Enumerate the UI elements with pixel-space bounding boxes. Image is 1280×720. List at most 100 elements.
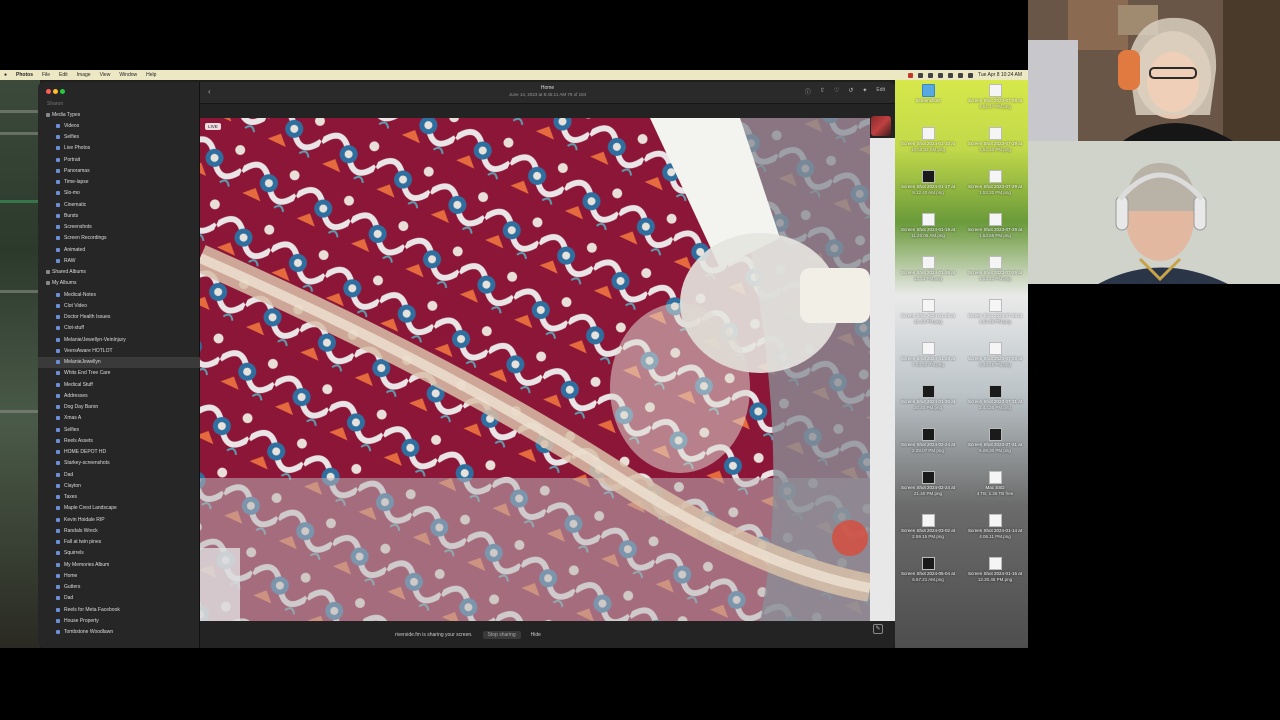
sidebar-group-header[interactable]: Media Types [38, 109, 200, 120]
sidebar-item[interactable]: Randals Wreck [38, 525, 200, 536]
markup-icon[interactable]: ✎ [873, 624, 883, 634]
sidebar-item[interactable]: Fall at twin pines [38, 537, 200, 548]
info-icon[interactable]: ⓘ [805, 87, 811, 96]
sidebar-group-header[interactable]: My Albums [38, 278, 200, 289]
edit-button[interactable]: Edit [876, 87, 885, 96]
sidebar-item[interactable]: Clot Video [38, 300, 200, 311]
desktop-file[interactable]: Screen Shot 2024-01-10 at 10.50.33 AM.png [895, 127, 961, 152]
share-icon[interactable]: ⇧ [820, 87, 825, 96]
desktop-file[interactable]: Screen Shot 2023-07-29 at 1.53.20 PM.png [962, 170, 1028, 195]
sidebar-item[interactable]: Portrait [38, 154, 200, 165]
sidebar-item[interactable]: Time-lapse [38, 177, 200, 188]
sidebar-item[interactable]: My Memories Album [38, 559, 200, 570]
filmstrip-thumbnail[interactable] [871, 116, 891, 136]
sidebar-item[interactable]: Reels for Meta Facebook [38, 604, 200, 615]
heart-icon[interactable]: ♡ [834, 87, 839, 96]
desktop-file[interactable]: Screen Shot 2024-01-14 at 4.06.11 PM.png [962, 514, 1028, 539]
menu-file[interactable]: File [42, 72, 50, 78]
menu-help[interactable]: Help [146, 72, 156, 78]
search-icon[interactable] [957, 72, 963, 78]
enhance-icon[interactable]: ✦ [862, 87, 867, 96]
sidebar-item[interactable]: Videos [38, 120, 200, 131]
close-window-button[interactable] [46, 89, 51, 94]
desktop-file[interactable]: Screen Shot 2023-07-31 at 6.09.30 PM.png [962, 428, 1028, 453]
menu-window[interactable]: Window [119, 72, 137, 78]
stop-sharing-button[interactable]: Stop sharing [482, 631, 521, 639]
zoom-window-button[interactable] [60, 89, 65, 94]
desktop-file[interactable]: Mac SSD 4 TB, 1.25 TB free [962, 471, 1028, 496]
menu-app-photos[interactable]: Photos [16, 72, 33, 78]
desktop-file[interactable]: Screen Shot 2024-02-24 at 21.40 PM.png [895, 471, 961, 496]
rotate-icon[interactable]: ↺ [848, 87, 853, 96]
sidebar-item[interactable]: Starkey-screenshots [38, 458, 200, 469]
desktop-file[interactable]: Screen Shot 2024-03-02 at 2.59.15 PM.png [895, 514, 961, 539]
desktop-file[interactable]: Screen Shot 2023-07-29 at 1.54.39 PM.png [962, 299, 1028, 324]
desktop-file[interactable]: Screen Shot 2024-01-30 at 20.40 PM.png [895, 385, 961, 410]
minimize-window-button[interactable] [53, 89, 58, 94]
sidebar-item[interactable]: RAW [38, 255, 200, 266]
desktop-file[interactable]: Screen Shot 2024-01-26 at 12.43 PM.png [895, 299, 961, 324]
sidebar-item[interactable]: Kevin Hoidale RIP [38, 514, 200, 525]
sidebar-item[interactable]: MelanieJewellyn [38, 356, 200, 368]
sidebar-item[interactable]: Taxes [38, 492, 200, 503]
sidebar-item[interactable]: Cinematic [38, 199, 200, 210]
sidebar-item[interactable]: Tombstone Woodlawn [38, 627, 200, 638]
sidebar-item[interactable]: Medical-Notes [38, 289, 200, 300]
live-photo-badge[interactable]: LIVE [205, 123, 221, 130]
hide-button[interactable]: Hide [531, 632, 541, 638]
sidebar-item[interactable]: Gutters [38, 582, 200, 593]
desktop-file[interactable]: Screen Shot 2024-01-19 at 11.20.05 AM.png [895, 213, 961, 238]
sidebar-item[interactable]: House Property [38, 615, 200, 626]
sidebar-item[interactable]: Live Photos [38, 143, 200, 154]
desktop-file[interactable]: Screen Shot 2024-02-24 at 2.28.07 PM.png [895, 428, 961, 453]
desktop-file[interactable]: Screen Shot 2023-07-29 at 1.52.10 PM.png [962, 127, 1028, 152]
sidebar-item[interactable]: Clot-stuff [38, 323, 200, 334]
sidebar-item[interactable]: Reels Assets [38, 435, 200, 446]
photo-viewer[interactable]: LIVE [200, 118, 870, 621]
sidebar-item[interactable]: Medical Stuff [38, 379, 200, 390]
sidebar-item[interactable]: Melanie/Jewellyn-VeinInjury [38, 334, 200, 345]
sidebar-item[interactable]: Maple Crest Landscape [38, 503, 200, 514]
desktop-file[interactable]: Screen Shot 2024-01-15 at 12.30.45 PM.png [962, 557, 1028, 582]
apple-icon[interactable]: ● [4, 72, 7, 78]
sidebar-item[interactable]: Animated [38, 244, 200, 255]
sidebar-item[interactable]: Screenshots [38, 222, 200, 233]
sidebar-item[interactable]: Screen Recordings [38, 233, 200, 244]
sidebar-item[interactable]: Xmas A [38, 413, 200, 424]
sidebar-item[interactable]: Dad [38, 469, 200, 480]
menubar-clock[interactable]: Tue Apr 8 10:24 AM [978, 72, 1022, 78]
menu-edit[interactable]: Edit [59, 72, 68, 78]
sidebar-item[interactable]: Addresses [38, 390, 200, 401]
desktop-file[interactable]: Screen Shot 2024-01-26 at 12.43 PM.png [895, 256, 961, 281]
status-icon[interactable] [907, 72, 913, 78]
desktop-file[interactable]: Screen Shot 2024-05-04 at 6.57.21 AM.png [895, 557, 961, 582]
sidebar-item[interactable]: Selfies [38, 132, 200, 143]
desktop-file[interactable]: Screen Shot 2023-07-29 at 1.53.55 PM.png [962, 213, 1028, 238]
desktop-file[interactable]: Screen Shot 2023-07-29 at 3.49.48 PM.png [962, 342, 1028, 367]
sidebar-group-header[interactable]: Shared Albums [38, 267, 200, 278]
desktop-file[interactable]: Screen Shot 2023-07-31 at 2.44.35 PM.png [962, 385, 1028, 410]
desktop-file[interactable]: Screen Shot 2023-07-29 at 1.54.23 PM.png [962, 256, 1028, 281]
sidebar-item[interactable]: Panoramas [38, 165, 200, 176]
sidebar-item[interactable]: Home [38, 570, 200, 581]
menu-view[interactable]: View [100, 72, 111, 78]
sidebar-item[interactable]: Bursts [38, 210, 200, 221]
sidebar-item[interactable]: Whits End Tree Care [38, 368, 200, 379]
desktop-file[interactable]: Screen Shot 2024-01-28 at 7.33.32 PM.png [895, 342, 961, 367]
sidebar-item[interactable]: VeersAware HOTLOT [38, 345, 200, 356]
control-center-icon[interactable] [967, 72, 973, 78]
sidebar-item[interactable]: HOME DEPOT HD [38, 447, 200, 458]
sidebar-item[interactable]: Doctor Health Issues [38, 312, 200, 323]
sidebar-item[interactable]: Squirrels [38, 548, 200, 559]
battery-icon[interactable] [947, 72, 953, 78]
status-icon[interactable] [927, 72, 933, 78]
desktop-folder[interactable]: Screenshots [895, 84, 961, 104]
menu-image[interactable]: Image [77, 72, 91, 78]
wifi-icon[interactable] [937, 72, 943, 78]
desktop-file[interactable]: Screen Shot 2023-07-29 at 1.51.47 PM.png [962, 84, 1028, 109]
status-icon[interactable] [917, 72, 923, 78]
sidebar-item[interactable]: Selfies [38, 424, 200, 435]
sidebar-item[interactable]: Dog Day Baron [38, 402, 200, 413]
sidebar-item[interactable]: Slo-mo [38, 188, 200, 199]
sidebar-item[interactable]: Dad [38, 593, 200, 604]
